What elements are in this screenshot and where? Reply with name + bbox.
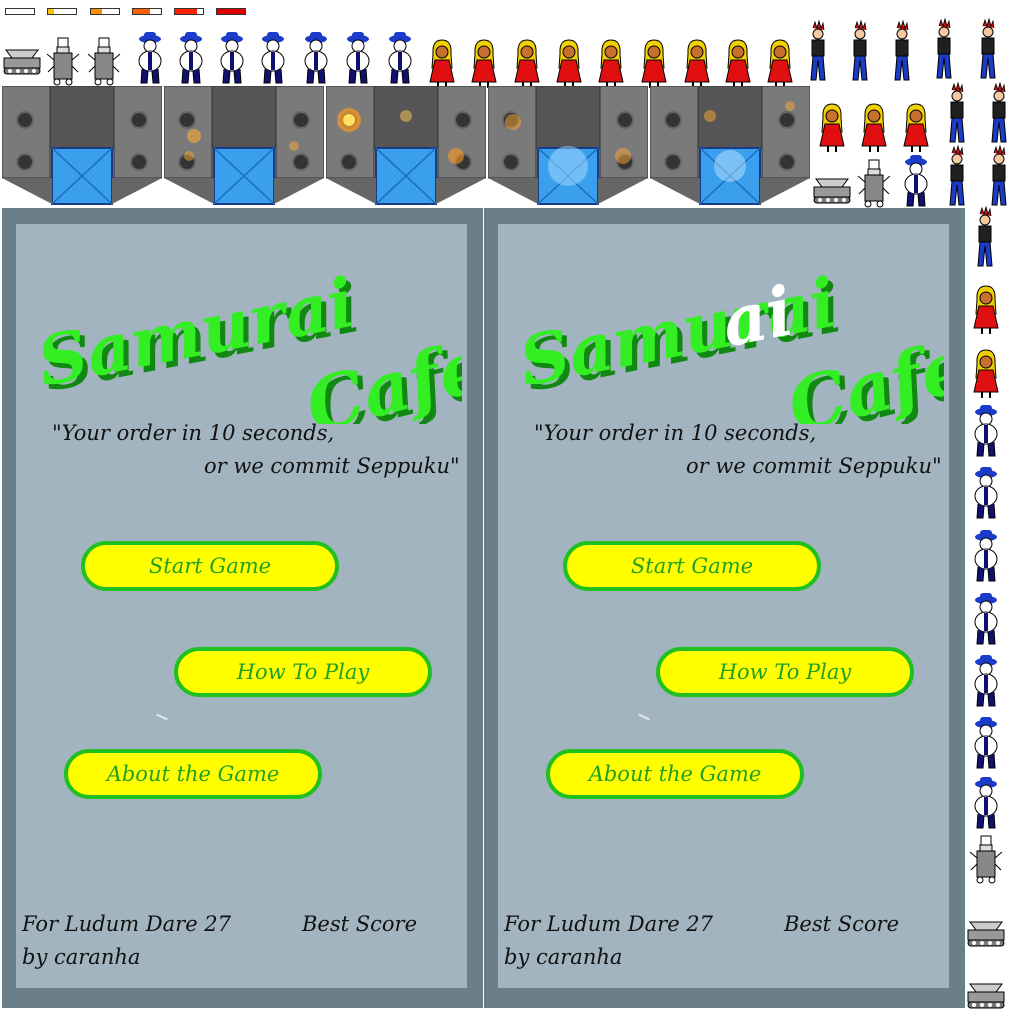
punk-customer-sprite-icon	[810, 20, 826, 81]
mixer-machine-sprite-icon	[967, 983, 1005, 1009]
samurai-sprite-icon	[974, 716, 998, 769]
kitchen-panel-sparks	[164, 86, 324, 205]
blonde-girl-sprite-icon	[973, 285, 999, 335]
menu-panel: Samurai Samurai Cafe Cafe "Your order in…	[16, 224, 467, 988]
start-game-button[interactable]: Start Game	[563, 541, 821, 591]
punk-customer-sprite-icon	[894, 20, 910, 81]
blonde-girl-sprite-icon	[819, 103, 845, 153]
samurai-sprite-icon	[179, 31, 203, 84]
about-game-button[interactable]: About the Game	[546, 749, 804, 799]
cursor-tick	[638, 713, 650, 721]
mixer-machine-sprite-icon	[813, 178, 851, 204]
samurai-sprite-icon	[974, 404, 998, 457]
best-score-label: Best Score	[784, 912, 900, 936]
kitchen-panel-splash	[488, 86, 648, 205]
punk-customer-sprite-icon	[936, 18, 952, 79]
punk-customer-sprite-icon	[991, 145, 1007, 206]
punk-customer-sprite-icon	[980, 18, 996, 79]
blonde-girl-sprite-icon	[861, 103, 887, 153]
how-to-play-button[interactable]: How To Play	[174, 647, 432, 697]
samurai-sprite-icon	[220, 31, 244, 84]
samurai-sprite-icon	[974, 529, 998, 582]
samurai-sprite-icon	[904, 154, 928, 207]
punk-customer-sprite-icon	[991, 82, 1007, 143]
blonde-girl-sprite-icon	[973, 349, 999, 399]
credit-line1: For Ludum Dare 27	[22, 912, 232, 936]
robot-chef-sprite-icon	[87, 37, 121, 86]
credit-line1: For Ludum Dare 27	[504, 912, 714, 936]
tagline-line2: or we commit Seppuku"	[204, 454, 460, 478]
tagline-line1: "Your order in 10 seconds,	[52, 421, 335, 445]
how-to-play-button[interactable]: How To Play	[656, 647, 914, 697]
start-game-button[interactable]: Start Game	[81, 541, 339, 591]
kitchen-panel-glow	[650, 86, 810, 205]
samurai-sprite-icon	[974, 592, 998, 645]
blonde-girl-sprite-icon	[471, 39, 497, 89]
blonde-girl-sprite-icon	[598, 39, 624, 89]
cursor-tick	[156, 713, 168, 721]
blonde-girl-sprite-icon	[429, 39, 455, 89]
credit-line2: by caranha	[22, 945, 141, 969]
blonde-girl-sprite-icon	[514, 39, 540, 89]
samurai-sprite-icon	[304, 31, 328, 84]
credit-line2: by caranha	[504, 945, 623, 969]
mixer-machine-sprite-icon	[3, 49, 41, 75]
punk-customer-sprite-icon	[949, 145, 965, 206]
blonde-girl-sprite-icon	[556, 39, 582, 89]
kitchen-panel-idle	[2, 86, 162, 205]
samurai-sprite-icon	[388, 31, 412, 84]
punk-customer-sprite-icon	[852, 20, 868, 81]
punk-customer-sprite-icon	[977, 206, 993, 267]
blonde-girl-sprite-icon	[767, 39, 793, 89]
robot-chef-sprite-icon	[969, 835, 1003, 884]
blonde-girl-sprite-icon	[641, 39, 667, 89]
samurai-sprite-icon	[974, 776, 998, 829]
samurai-sprite-icon	[346, 31, 370, 84]
blonde-girl-sprite-icon	[684, 39, 710, 89]
robot-chef-sprite-icon	[857, 159, 891, 208]
best-score-label: Best Score	[302, 912, 418, 936]
samurai-sprite-icon	[974, 466, 998, 519]
tagline-line1: "Your order in 10 seconds,	[534, 421, 817, 445]
blonde-girl-sprite-icon	[903, 103, 929, 153]
samurai-sprite-icon	[261, 31, 285, 84]
robot-chef-sprite-icon	[46, 37, 80, 86]
about-game-button[interactable]: About the Game	[64, 749, 322, 799]
samurai-sprite-icon	[138, 31, 162, 84]
menu-screen-1: Samurai Samurai Cafe Cafe "Your order in…	[2, 208, 483, 1008]
title-logo: Samurai Samurai Cafe Cafe	[31, 263, 462, 424]
punk-customer-sprite-icon	[949, 82, 965, 143]
mixer-machine-sprite-icon	[967, 921, 1005, 947]
menu-panel: Samurai Samurai ai Cafe Cafe "Your order…	[498, 224, 949, 988]
title-logo: Samurai Samurai ai Cafe Cafe	[513, 263, 944, 424]
tagline-line2: or we commit Seppuku"	[686, 454, 942, 478]
blonde-girl-sprite-icon	[725, 39, 751, 89]
samurai-sprite-icon	[974, 654, 998, 707]
kitchen-panel-fire	[326, 86, 486, 205]
menu-screen-2: Samurai Samurai ai Cafe Cafe "Your order…	[484, 208, 965, 1008]
